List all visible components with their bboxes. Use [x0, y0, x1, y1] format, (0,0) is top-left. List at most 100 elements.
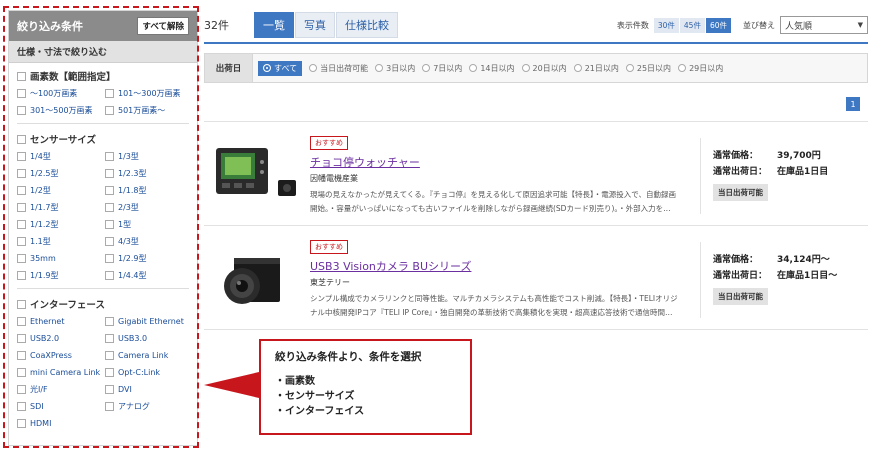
checkbox[interactable]	[105, 385, 114, 394]
filter-option[interactable]: 1.1型	[17, 233, 105, 250]
per-page-30[interactable]: 30件	[653, 17, 679, 33]
checkbox[interactable]	[17, 419, 26, 428]
filter-option[interactable]: 1/2型	[17, 182, 105, 199]
product-name-link[interactable]: USB3 Visionカメラ BUシリーズ	[310, 258, 680, 274]
filter-option[interactable]: CoaXPress	[17, 347, 105, 364]
checkbox[interactable]	[17, 220, 26, 229]
filter-option[interactable]: USB3.0	[105, 330, 193, 347]
ship-option[interactable]: 20日以内	[521, 63, 567, 74]
checkbox[interactable]	[17, 152, 26, 161]
ship-option[interactable]: 14日以内	[469, 63, 515, 74]
checkbox[interactable]	[17, 237, 26, 246]
sort-select[interactable]: 人気順 ▼	[780, 16, 868, 34]
page-1-button[interactable]: 1	[846, 97, 860, 111]
checkbox[interactable]	[105, 317, 114, 326]
checkbox[interactable]	[17, 134, 26, 144]
filter-option[interactable]: 301～500万画素	[17, 102, 105, 119]
checkbox[interactable]	[17, 71, 26, 81]
checkbox[interactable]	[105, 220, 114, 229]
checkbox[interactable]	[17, 402, 26, 411]
filter-option[interactable]: アナログ	[105, 398, 193, 415]
filter-option[interactable]: Ethernet	[17, 313, 105, 330]
filter-option[interactable]: 1/1.9型	[17, 267, 105, 284]
filter-option[interactable]: 35mm	[17, 250, 105, 267]
filter-option[interactable]: 4/3型	[105, 233, 193, 250]
radio[interactable]	[625, 64, 634, 72]
filter-option[interactable]: 101～300万画素	[105, 85, 193, 102]
radio[interactable]	[521, 64, 530, 72]
ship-option[interactable]: 25日以内	[625, 63, 671, 74]
checkbox[interactable]	[17, 169, 26, 178]
radio[interactable]	[309, 64, 318, 72]
checkbox[interactable]	[105, 271, 114, 280]
ship-option[interactable]: 21日以内	[573, 63, 619, 74]
checkbox[interactable]	[17, 254, 26, 263]
product-image-camera[interactable]	[212, 246, 300, 314]
tab-compare[interactable]: 仕様比較	[336, 12, 398, 38]
filter-group-title[interactable]: インターフェース	[17, 295, 189, 313]
checkbox[interactable]	[105, 169, 114, 178]
checkbox[interactable]	[17, 106, 26, 115]
checkbox[interactable]	[105, 237, 114, 246]
filter-option[interactable]: DVI	[105, 381, 193, 398]
checkbox[interactable]	[17, 299, 26, 309]
checkbox[interactable]	[17, 385, 26, 394]
filter-group-title[interactable]: センサーサイズ	[17, 130, 189, 148]
filter-option[interactable]: SDI	[17, 398, 105, 415]
filter-option[interactable]: ～100万画素	[17, 85, 105, 102]
checkbox[interactable]	[17, 271, 26, 280]
product-image-recorder[interactable]	[212, 142, 300, 210]
per-page-60[interactable]: 60件	[705, 17, 731, 33]
radio[interactable]	[678, 64, 687, 72]
filter-option[interactable]: 1/1.2型	[17, 216, 105, 233]
ship-option[interactable]: すべて	[258, 60, 303, 76]
filter-option[interactable]: 1/1.7型	[17, 199, 105, 216]
ship-option[interactable]: 当日出荷可能	[309, 63, 368, 74]
filter-option[interactable]: 1/3型	[105, 148, 193, 165]
checkbox[interactable]	[105, 89, 114, 98]
clear-all-button[interactable]: すべて解除	[137, 17, 189, 35]
checkbox[interactable]	[17, 89, 26, 98]
checkbox[interactable]	[17, 368, 26, 377]
checkbox[interactable]	[17, 334, 26, 343]
filter-option[interactable]: Camera Link	[105, 347, 193, 364]
radio[interactable]	[469, 64, 478, 72]
filter-option[interactable]: 1/2.9型	[105, 250, 193, 267]
radio[interactable]	[573, 64, 582, 72]
checkbox[interactable]	[105, 402, 114, 411]
ship-option[interactable]: 3日以内	[375, 63, 415, 74]
checkbox[interactable]	[105, 254, 114, 263]
filter-option[interactable]: 1/1.8型	[105, 182, 193, 199]
checkbox[interactable]	[105, 152, 114, 161]
filter-option[interactable]: mini Camera Link	[17, 364, 105, 381]
ship-option[interactable]: 29日以内	[678, 63, 723, 74]
filter-option[interactable]: 光I/F	[17, 381, 105, 398]
radio[interactable]	[375, 64, 384, 72]
tab-list[interactable]: 一覧	[254, 12, 294, 38]
tab-photo[interactable]: 写真	[295, 12, 335, 38]
ship-option[interactable]: 7日以内	[422, 63, 462, 74]
checkbox[interactable]	[17, 186, 26, 195]
checkbox[interactable]	[105, 186, 114, 195]
filter-option[interactable]: 1/4型	[17, 148, 105, 165]
checkbox[interactable]	[17, 203, 26, 212]
checkbox[interactable]	[17, 317, 26, 326]
filter-option[interactable]: 1型	[105, 216, 193, 233]
per-page-45[interactable]: 45件	[679, 17, 705, 33]
filter-option[interactable]: 501万画素～	[105, 102, 193, 119]
product-name-link[interactable]: チョコ停ウォッチャー	[310, 154, 680, 170]
filter-option[interactable]: USB2.0	[17, 330, 105, 347]
filter-option[interactable]: Opt-C:Link	[105, 364, 193, 381]
checkbox[interactable]	[105, 203, 114, 212]
checkbox[interactable]	[105, 334, 114, 343]
filter-option[interactable]: 1/4.4型	[105, 267, 193, 284]
filter-option[interactable]: 1/2.3型	[105, 165, 193, 182]
filter-option[interactable]: Gigabit Ethernet	[105, 313, 193, 330]
radio[interactable]	[263, 64, 271, 72]
checkbox[interactable]	[105, 106, 114, 115]
checkbox[interactable]	[105, 368, 114, 377]
filter-option[interactable]: 1/2.5型	[17, 165, 105, 182]
filter-group-title[interactable]: 画素数【範囲指定】	[17, 67, 189, 85]
radio[interactable]	[422, 64, 431, 72]
checkbox[interactable]	[105, 351, 114, 360]
